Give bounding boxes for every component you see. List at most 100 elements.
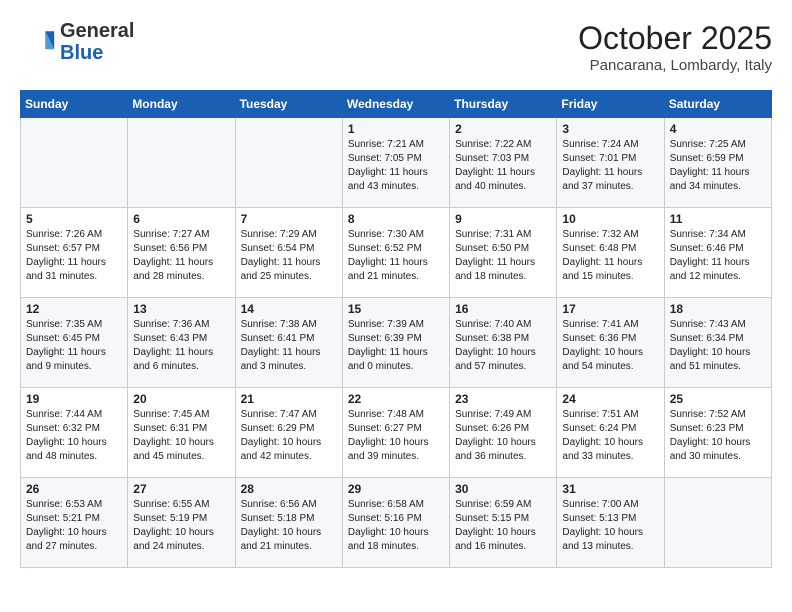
calendar-cell <box>21 118 128 208</box>
day-info: Sunrise: 7:36 AM Sunset: 6:43 PM Dayligh… <box>133 318 229 374</box>
day-number: 9 <box>455 212 551 226</box>
day-info: Sunrise: 7:44 AM Sunset: 6:32 PM Dayligh… <box>26 408 122 464</box>
calendar-cell: 29Sunrise: 6:58 AM Sunset: 5:16 PM Dayli… <box>342 478 449 568</box>
weekday-header: Sunday <box>21 91 128 118</box>
calendar-cell <box>664 478 771 568</box>
day-number: 28 <box>241 482 337 496</box>
day-number: 29 <box>348 482 444 496</box>
logo-icon <box>20 24 56 60</box>
day-info: Sunrise: 6:56 AM Sunset: 5:18 PM Dayligh… <box>241 498 337 554</box>
logo-blue: Blue <box>60 42 134 64</box>
calendar-cell: 23Sunrise: 7:49 AM Sunset: 6:26 PM Dayli… <box>450 388 557 478</box>
calendar-week-row: 19 Sunrise: 7:44 AM Sunset: 6:32 PM Dayli… <box>21 388 772 478</box>
day-info: Sunrise: 7:27 AM Sunset: 6:56 PM Dayligh… <box>133 228 229 284</box>
calendar-cell: 27 Sunrise: 6:55 AM Sunset: 5:19 PM Dayli… <box>128 478 235 568</box>
day-info: Sunrise: 7:21 AM Sunset: 7:05 PM Dayligh… <box>348 138 444 194</box>
calendar-week-row: 26 Sunrise: 6:53 AM Sunset: 5:21 PM Dayli… <box>21 478 772 568</box>
day-info: Sunrise: 7:26 AM Sunset: 6:57 PM Dayligh… <box>26 228 122 284</box>
calendar-cell: 22 Sunrise: 7:48 AM Sunset: 6:27 PM Dayli… <box>342 388 449 478</box>
day-info: Sunrise: 7:48 AM Sunset: 6:27 PM Dayligh… <box>348 408 444 464</box>
calendar-cell: 17 Sunrise: 7:41 AM Sunset: 6:36 PM Dayli… <box>557 298 664 388</box>
calendar-table: SundayMondayTuesdayWednesdayThursdayFrid… <box>20 90 772 568</box>
day-info: Sunrise: 7:40 AM Sunset: 6:38 PM Dayligh… <box>455 318 551 374</box>
day-number: 12 <box>26 302 122 316</box>
calendar-cell <box>128 118 235 208</box>
calendar-cell: 28 Sunrise: 6:56 AM Sunset: 5:18 PM Dayli… <box>235 478 342 568</box>
day-info: Sunrise: 7:25 AM Sunset: 6:59 PM Dayligh… <box>670 138 766 194</box>
weekday-header: Thursday <box>450 91 557 118</box>
calendar-cell: 25 Sunrise: 7:52 AM Sunset: 6:23 PM Dayli… <box>664 388 771 478</box>
month-title: October 2025 <box>578 20 772 57</box>
calendar-cell: 19 Sunrise: 7:44 AM Sunset: 6:32 PM Dayli… <box>21 388 128 478</box>
day-info: Sunrise: 7:49 AM Sunset: 6:26 PM Dayligh… <box>455 408 551 464</box>
day-info: Sunrise: 7:30 AM Sunset: 6:52 PM Dayligh… <box>348 228 444 284</box>
calendar-cell: 2 Sunrise: 7:22 AM Sunset: 7:03 PM Daylig… <box>450 118 557 208</box>
day-number: 17 <box>562 302 658 316</box>
day-number: 11 <box>670 212 766 226</box>
day-number: 19 <box>26 392 122 406</box>
weekday-header: Wednesday <box>342 91 449 118</box>
calendar-cell: 26 Sunrise: 6:53 AM Sunset: 5:21 PM Dayli… <box>21 478 128 568</box>
location: Pancarana, Lombardy, Italy <box>578 57 772 74</box>
day-info: Sunrise: 7:34 AM Sunset: 6:46 PM Dayligh… <box>670 228 766 284</box>
day-number: 31 <box>562 482 658 496</box>
day-number: 25 <box>670 392 766 406</box>
day-number: 14 <box>241 302 337 316</box>
calendar-cell: 1Sunrise: 7:21 AM Sunset: 7:05 PM Daylig… <box>342 118 449 208</box>
day-number: 24 <box>562 392 658 406</box>
weekday-header: Saturday <box>664 91 771 118</box>
day-info: Sunrise: 7:00 AM Sunset: 5:13 PM Dayligh… <box>562 498 658 554</box>
calendar-cell: 15 Sunrise: 7:39 AM Sunset: 6:39 PM Dayli… <box>342 298 449 388</box>
day-number: 10 <box>562 212 658 226</box>
day-info: Sunrise: 6:59 AM Sunset: 5:15 PM Dayligh… <box>455 498 551 554</box>
day-info: Sunrise: 7:38 AM Sunset: 6:41 PM Dayligh… <box>241 318 337 374</box>
day-info: Sunrise: 7:32 AM Sunset: 6:48 PM Dayligh… <box>562 228 658 284</box>
weekday-header: Friday <box>557 91 664 118</box>
calendar-cell: 24Sunrise: 7:51 AM Sunset: 6:24 PM Dayli… <box>557 388 664 478</box>
day-number: 15 <box>348 302 444 316</box>
calendar-cell <box>235 118 342 208</box>
day-info: Sunrise: 7:39 AM Sunset: 6:39 PM Dayligh… <box>348 318 444 374</box>
calendar-week-row: 1Sunrise: 7:21 AM Sunset: 7:05 PM Daylig… <box>21 118 772 208</box>
day-info: Sunrise: 7:35 AM Sunset: 6:45 PM Dayligh… <box>26 318 122 374</box>
day-number: 20 <box>133 392 229 406</box>
calendar-cell: 18Sunrise: 7:43 AM Sunset: 6:34 PM Dayli… <box>664 298 771 388</box>
day-info: Sunrise: 7:22 AM Sunset: 7:03 PM Dayligh… <box>455 138 551 194</box>
calendar-cell: 20 Sunrise: 7:45 AM Sunset: 6:31 PM Dayli… <box>128 388 235 478</box>
calendar-cell: 16 Sunrise: 7:40 AM Sunset: 6:38 PM Dayli… <box>450 298 557 388</box>
day-number: 18 <box>670 302 766 316</box>
calendar-cell: 14 Sunrise: 7:38 AM Sunset: 6:41 PM Dayli… <box>235 298 342 388</box>
title-block: October 2025 Pancarana, Lombardy, Italy <box>578 20 772 74</box>
day-number: 16 <box>455 302 551 316</box>
calendar-cell: 21 Sunrise: 7:47 AM Sunset: 6:29 PM Dayli… <box>235 388 342 478</box>
day-info: Sunrise: 7:52 AM Sunset: 6:23 PM Dayligh… <box>670 408 766 464</box>
day-number: 5 <box>26 212 122 226</box>
day-info: Sunrise: 6:55 AM Sunset: 5:19 PM Dayligh… <box>133 498 229 554</box>
day-info: Sunrise: 7:29 AM Sunset: 6:54 PM Dayligh… <box>241 228 337 284</box>
day-number: 8 <box>348 212 444 226</box>
day-info: Sunrise: 6:53 AM Sunset: 5:21 PM Dayligh… <box>26 498 122 554</box>
day-number: 22 <box>348 392 444 406</box>
logo: General Blue <box>20 20 134 64</box>
calendar-cell: 11 Sunrise: 7:34 AM Sunset: 6:46 PM Dayli… <box>664 208 771 298</box>
page-header: General Blue October 2025 Pancarana, Lom… <box>20 20 772 74</box>
day-info: Sunrise: 7:47 AM Sunset: 6:29 PM Dayligh… <box>241 408 337 464</box>
calendar-cell: 6Sunrise: 7:27 AM Sunset: 6:56 PM Daylig… <box>128 208 235 298</box>
logo-general: General <box>60 20 134 42</box>
day-number: 2 <box>455 122 551 136</box>
weekday-header-row: SundayMondayTuesdayWednesdayThursdayFrid… <box>21 91 772 118</box>
calendar-cell: 12 Sunrise: 7:35 AM Sunset: 6:45 PM Dayli… <box>21 298 128 388</box>
day-number: 26 <box>26 482 122 496</box>
day-number: 27 <box>133 482 229 496</box>
day-info: Sunrise: 7:45 AM Sunset: 6:31 PM Dayligh… <box>133 408 229 464</box>
day-info: Sunrise: 7:31 AM Sunset: 6:50 PM Dayligh… <box>455 228 551 284</box>
logo-text: General Blue <box>60 20 134 64</box>
calendar-cell: 9 Sunrise: 7:31 AM Sunset: 6:50 PM Daylig… <box>450 208 557 298</box>
day-number: 3 <box>562 122 658 136</box>
day-number: 21 <box>241 392 337 406</box>
day-number: 4 <box>670 122 766 136</box>
calendar-cell: 10 Sunrise: 7:32 AM Sunset: 6:48 PM Dayli… <box>557 208 664 298</box>
day-info: Sunrise: 7:41 AM Sunset: 6:36 PM Dayligh… <box>562 318 658 374</box>
calendar-cell: 8 Sunrise: 7:30 AM Sunset: 6:52 PM Daylig… <box>342 208 449 298</box>
calendar-cell: 4 Sunrise: 7:25 AM Sunset: 6:59 PM Daylig… <box>664 118 771 208</box>
